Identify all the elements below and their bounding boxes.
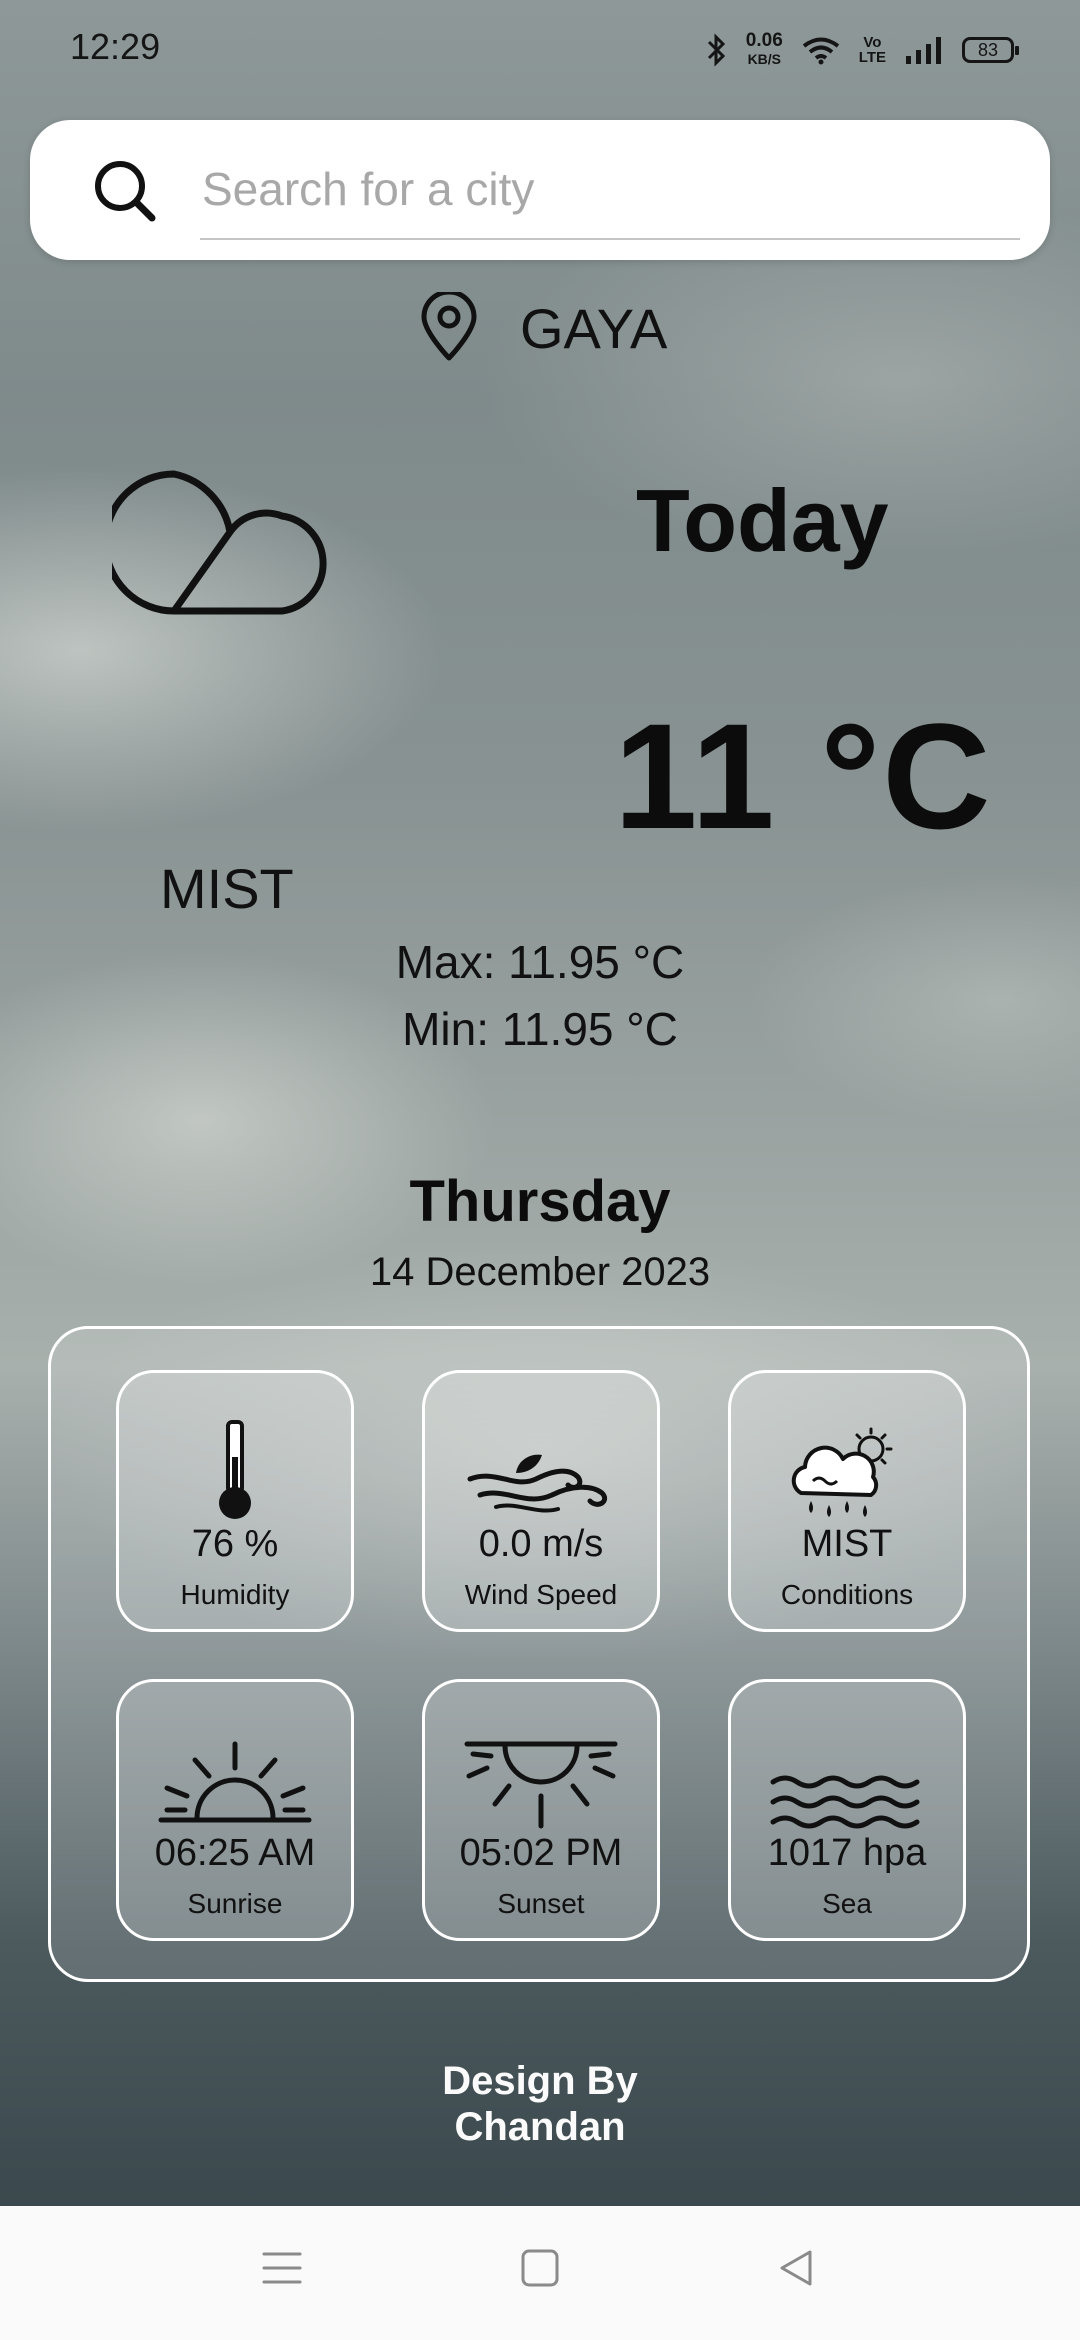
battery-icon: 83 <box>962 37 1019 63</box>
waves-icon <box>770 1775 920 1829</box>
status-icons: 0.06 KB/S Vo LTE 83 <box>706 28 1019 72</box>
condition-label: MIST <box>160 857 294 920</box>
cloud-icon <box>112 470 327 615</box>
status-time: 12:29 <box>70 26 161 67</box>
today-label: Today <box>636 471 889 570</box>
conditions-card: MIST Conditions <box>728 1370 966 1632</box>
design-credit-line1: Design By <box>442 2059 638 2103</box>
detail-label: Sunrise <box>187 1888 283 1919</box>
net-speed: 0.06 KB/S <box>746 31 783 69</box>
thermometer-icon <box>219 1420 251 1519</box>
wind-card: 0.0 m/s Wind Speed <box>422 1370 660 1632</box>
search-bar[interactable] <box>30 120 1050 260</box>
sunrise-card: 06:25 AM Sunrise <box>116 1679 354 1941</box>
detail-value: 06:25 AM <box>154 1832 316 1874</box>
detail-value: 1017 hpa <box>767 1832 927 1874</box>
min-temp: Min: 11.95 °C <box>402 1003 678 1055</box>
detail-value: 05:02 PM <box>459 1832 623 1874</box>
sea-pressure-card: 1017 hpa Sea <box>728 1679 966 1941</box>
volte-top: Vo <box>863 34 882 51</box>
bluetooth-icon <box>707 33 725 67</box>
wifi-icon <box>802 37 839 65</box>
detail-label: Sunset <box>497 1888 585 1919</box>
temperature: 11 °C <box>614 692 993 860</box>
design-credit-line2: Chandan <box>454 2105 626 2149</box>
date: 14 December 2023 <box>369 1250 711 1294</box>
wind-icon <box>467 1454 608 1513</box>
details-panel: 76 % Humidity 0.0 m/s Wind Speed MIST Co… <box>48 1326 1030 1982</box>
weekday: Thursday <box>409 1169 671 1234</box>
detail-label: Wind Speed <box>464 1579 618 1610</box>
detail-label: Conditions <box>780 1579 914 1610</box>
detail-value: 76 % <box>191 1523 279 1565</box>
location-pin-icon <box>421 292 477 361</box>
search-icon[interactable] <box>92 158 158 224</box>
net-speed-value: 0.06 <box>745 30 783 51</box>
net-speed-unit: KB/S <box>747 51 782 67</box>
humidity-card: 76 % Humidity <box>116 1370 354 1632</box>
max-temp: Max: 11.95 °C <box>395 936 685 988</box>
signal-icon <box>906 37 941 64</box>
cloud-sun-rain-icon <box>791 1427 893 1517</box>
detail-value: 0.0 m/s <box>478 1523 604 1565</box>
volte-bottom: LTE <box>858 49 886 66</box>
menu-icon[interactable] <box>262 2248 302 2288</box>
design-credit: Design By Chandan <box>0 2058 1080 2150</box>
sunset-card: 05:02 PM Sunset <box>422 1679 660 1941</box>
back-triangle-icon[interactable] <box>776 2248 816 2288</box>
sunset-icon <box>464 1741 618 1829</box>
detail-label: Sea <box>822 1888 872 1919</box>
detail-label: Humidity <box>180 1579 290 1610</box>
volte-indicator: Vo LTE <box>859 35 886 65</box>
sunrise-icon <box>158 1741 312 1823</box>
city-name: GAYA <box>520 297 668 360</box>
detail-value: MIST <box>801 1523 893 1565</box>
home-square-icon[interactable] <box>520 2248 560 2288</box>
search-input[interactable] <box>200 140 1020 240</box>
